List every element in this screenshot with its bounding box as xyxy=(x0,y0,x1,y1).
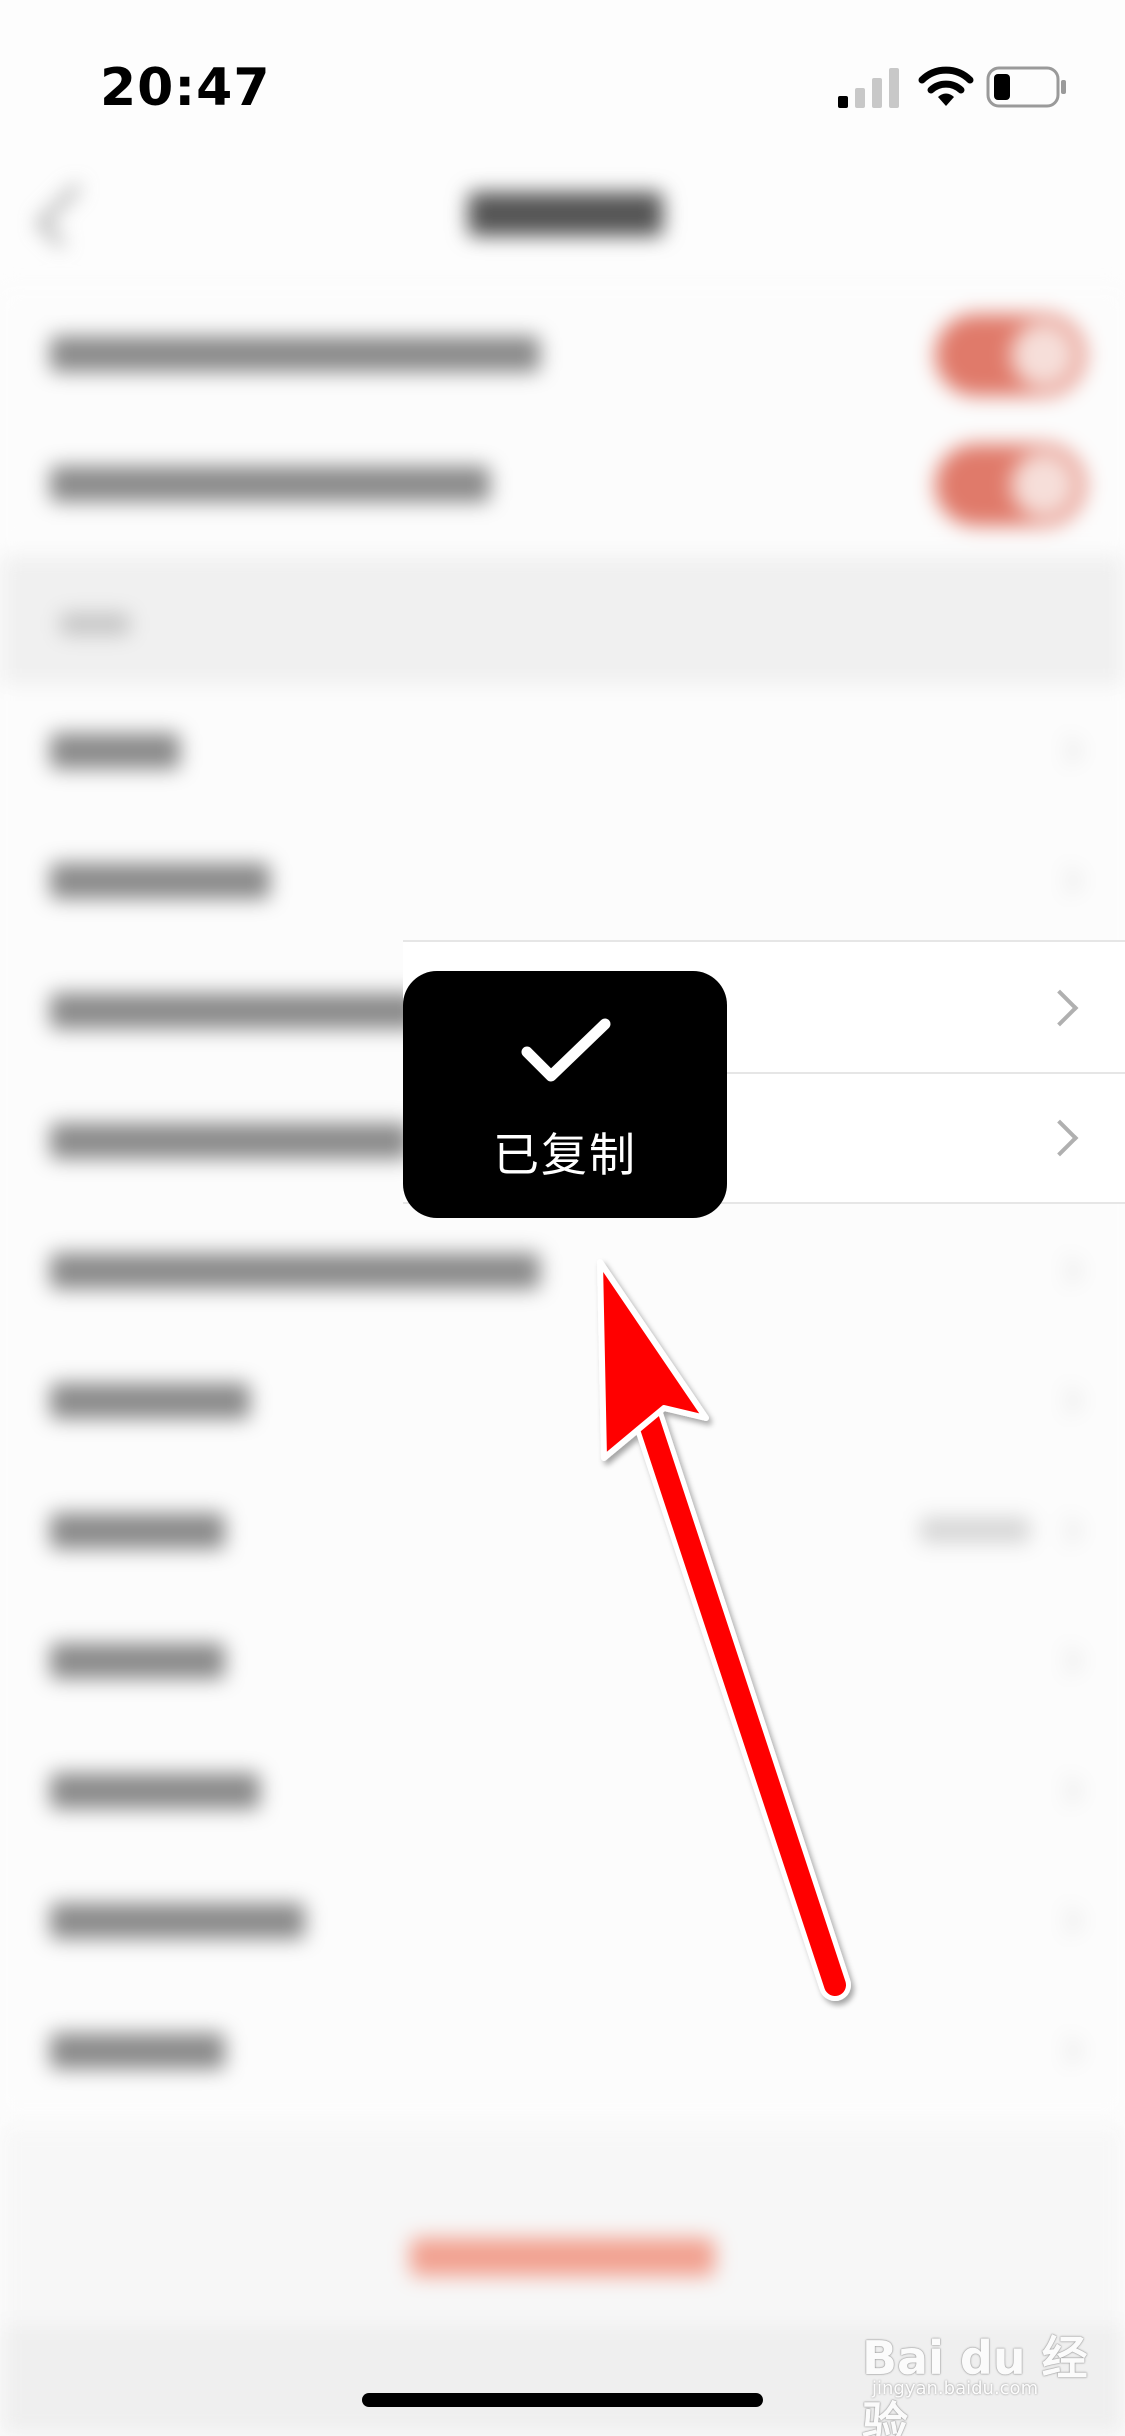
chevron-right-icon xyxy=(1054,1647,1081,1674)
row-label xyxy=(50,1643,225,1679)
row-label xyxy=(50,336,540,372)
row-label xyxy=(50,993,420,1029)
row-label xyxy=(50,1903,305,1939)
row-label xyxy=(50,1383,250,1419)
chevron-right-icon xyxy=(1054,867,1081,894)
chevron-right-icon xyxy=(1054,2037,1081,2064)
toggle-row xyxy=(0,420,1125,550)
row-label xyxy=(50,1253,540,1289)
watermark-url: jingyan.baidu.com xyxy=(872,2378,1039,2399)
status-bar: 20:47 xyxy=(0,0,1125,140)
toggle-switch xyxy=(935,314,1085,396)
checkmark-icon xyxy=(521,1018,611,1082)
section-label xyxy=(60,613,130,635)
chevron-right-icon xyxy=(1054,1257,1081,1284)
row-label xyxy=(50,2033,225,2069)
status-time: 20:47 xyxy=(100,58,271,118)
toast-message: 已复制 xyxy=(493,1128,637,1182)
toggle-row xyxy=(0,290,1125,420)
screen: 20:47 已复制 Bai du 经验 jingyan.baidu.com xyxy=(0,0,1125,2436)
chevron-right-icon xyxy=(1054,1907,1081,1934)
logout-button xyxy=(410,2238,715,2276)
row-label xyxy=(50,1123,410,1159)
chevron-right-icon[interactable] xyxy=(1041,1119,1079,1157)
chevron-right-icon xyxy=(1054,1517,1081,1544)
row-divider xyxy=(403,940,1125,942)
home-indicator[interactable] xyxy=(362,2393,763,2407)
chevron-right-icon xyxy=(1054,1387,1081,1414)
toggle-switch xyxy=(935,444,1085,526)
back-chevron-icon xyxy=(37,184,100,247)
row-label xyxy=(50,1773,260,1809)
section-header xyxy=(0,555,1125,685)
row-label xyxy=(50,1513,225,1549)
row-value xyxy=(920,1517,1030,1543)
battery-icon xyxy=(986,66,1066,108)
cellular-signal-icon xyxy=(838,68,899,108)
arrow-icon xyxy=(597,1259,851,2001)
list-item xyxy=(0,685,1125,815)
row-label xyxy=(50,863,270,899)
chevron-right-icon xyxy=(1054,737,1081,764)
chevron-right-icon[interactable] xyxy=(1041,989,1079,1027)
row-label xyxy=(50,733,180,769)
nav-bar xyxy=(0,140,1125,290)
row-label xyxy=(50,466,490,502)
footer-section xyxy=(0,2125,1125,2325)
baidu-watermark: Bai du 经验 jingyan.baidu.com xyxy=(862,2322,1102,2436)
wifi-icon xyxy=(918,66,974,106)
chevron-right-icon xyxy=(1054,1777,1081,1804)
nav-title xyxy=(468,192,663,236)
copied-toast: 已复制 xyxy=(403,971,727,1218)
list-item xyxy=(0,815,1125,945)
